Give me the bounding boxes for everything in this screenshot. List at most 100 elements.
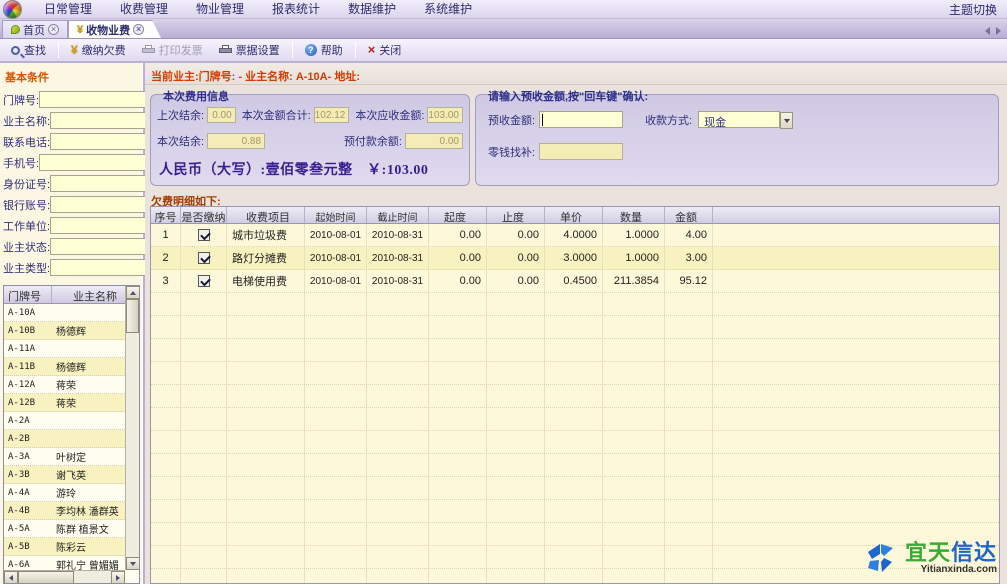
owner-row[interactable]: A-3A叶树定 [4, 448, 125, 466]
owner-status-label: 业主状态: [3, 239, 50, 255]
prepay-amount-input[interactable] [539, 111, 623, 128]
toolbar-separator [355, 42, 356, 58]
col-unit-price[interactable]: 单价 [545, 207, 603, 223]
owner-table-header: 门牌号 业主名称 [4, 286, 139, 304]
col-end-time[interactable]: 截止时间 [367, 207, 429, 223]
detail-table-header: 序号 是否缴纳 收费项目 起始时间 截止时间 起度 止度 单价 数量 金额 [151, 207, 999, 224]
col-owner-name[interactable]: 业主名称 [52, 286, 121, 303]
menu-daily-management[interactable]: 日常管理 [30, 0, 106, 18]
prepaid-label: 预付款余额: [344, 133, 402, 149]
prepay-group: 请输入预收金额,按"回车键"确认: 预收金额: 收款方式: 现金 零钱找补: [475, 94, 999, 186]
due-value: 103.00 [427, 107, 463, 123]
owner-table-vertical-scrollbar[interactable] [125, 286, 139, 570]
print-invoice-button: 打印发票 [135, 39, 210, 61]
owner-table: 门牌号 业主名称 A-10A A-10B杨德辉 A-11A A-11B杨德辉 A… [3, 285, 140, 584]
scrollbar-thumb[interactable] [126, 299, 139, 333]
amount-in-words: 人民币（大写）:壹佰零叁元整 ￥:103.00 [159, 159, 428, 179]
owner-row[interactable]: A-5B陈彩云 [4, 538, 125, 556]
tab-home[interactable]: 首页 × [2, 20, 68, 38]
owner-row[interactable]: A-11B杨德辉 [4, 358, 125, 376]
col-amount[interactable]: 金额 [665, 207, 713, 223]
payment-method-label: 收款方式: [645, 112, 692, 128]
tab-scroll-right-icon[interactable] [996, 27, 1001, 35]
pay-arrears-button[interactable]: ¥ 缴纳欠费 [64, 39, 133, 61]
scroll-right-icon[interactable] [111, 571, 125, 584]
owner-row[interactable]: A-4B李均林 潘群英 [4, 502, 125, 520]
basic-conditions-title: 基本条件 [5, 69, 140, 85]
payment-method-select[interactable]: 现金 [698, 111, 780, 128]
owner-row[interactable]: A-11A [4, 340, 125, 358]
menu-property-management[interactable]: 物业管理 [182, 0, 258, 18]
fee-info-group: 本次费用信息 上次结余: 0.00 本次金额合计: 102.12 本次应收金额:… [150, 94, 470, 186]
chevron-down-icon[interactable] [780, 112, 793, 129]
col-item[interactable]: 收费项目 [227, 207, 305, 223]
menu-bar: 日常管理 收费管理 物业管理 报表统计 数据维护 系统维护 主题切换 [0, 0, 1007, 19]
tab-scroll-left-icon[interactable] [985, 27, 990, 35]
prepay-amount-label: 预收金额: [488, 112, 535, 128]
theme-switch-button[interactable]: 主题切换 [939, 1, 1007, 18]
col-paid[interactable]: 是否缴纳 [181, 207, 227, 223]
tab-home-close-icon[interactable]: × [48, 24, 59, 35]
pinwheel-icon [860, 538, 900, 578]
table-row-empty [151, 362, 999, 385]
help-icon: ? [305, 44, 317, 56]
owner-row[interactable]: A-3B谢飞英 [4, 466, 125, 484]
toolbar-separator [58, 42, 59, 58]
scroll-up-icon[interactable] [126, 286, 140, 299]
find-button[interactable]: 查找 [4, 39, 53, 61]
detail-row[interactable]: 3 电梯使用费 2010-08-01 2010-08-31 0.00 0.00 … [151, 270, 999, 293]
col-quantity[interactable]: 数量 [603, 207, 665, 223]
col-start-reading[interactable]: 起度 [429, 207, 487, 223]
owner-row[interactable]: A-12B蒋荣 [4, 394, 125, 412]
menu-fee-management[interactable]: 收费管理 [106, 0, 182, 18]
close-button[interactable]: × 关闭 [361, 39, 409, 61]
owner-type-label: 业主类型: [3, 260, 50, 276]
bank-account-label: 银行账号: [3, 197, 50, 213]
detail-row[interactable]: 2 路灯分摊费 2010-08-01 2010-08-31 0.00 0.00 … [151, 247, 999, 270]
tab-fee-label: 收物业费 [86, 22, 130, 38]
brand-name-green: 宜天 [905, 540, 951, 565]
owner-row[interactable]: A-6A郭礼宁 曾媚媚 [4, 556, 125, 570]
owner-rows: A-10A A-10B杨德辉 A-11A A-11B杨德辉 A-12A蒋荣 A-… [4, 304, 125, 570]
table-row-empty [151, 316, 999, 339]
owner-row[interactable]: A-2B [4, 430, 125, 448]
id-card-label: 身份证号: [3, 176, 50, 192]
tab-collect-property-fee[interactable]: ¥ 收物业费 × [68, 20, 153, 38]
owner-row[interactable]: A-12A蒋荣 [4, 376, 125, 394]
paid-checkbox[interactable] [198, 275, 210, 287]
work-unit-label: 工作单位: [3, 218, 50, 234]
help-button[interactable]: ? 帮助 [298, 39, 350, 61]
scroll-left-icon[interactable] [4, 571, 18, 584]
prev-balance-value: 0.00 [207, 107, 236, 123]
owner-row[interactable]: A-10B杨德辉 [4, 322, 125, 340]
scroll-down-icon[interactable] [126, 557, 140, 570]
brand-logo: 宜天信达 Yitianxinda.com [860, 538, 997, 578]
scrollbar-thumb[interactable] [18, 571, 74, 584]
owner-row[interactable]: A-2A [4, 412, 125, 430]
tab-fee-close-icon[interactable]: × [133, 24, 144, 35]
owner-table-horizontal-scrollbar[interactable] [4, 570, 125, 583]
col-seq[interactable]: 序号 [151, 207, 181, 223]
app-logo-icon [3, 0, 23, 19]
receipt-settings-button[interactable]: 票据设置 [212, 39, 287, 61]
owner-row[interactable]: A-10A [4, 304, 125, 322]
paid-checkbox[interactable] [198, 252, 210, 264]
menu-data-maintenance[interactable]: 数据维护 [334, 0, 410, 18]
cur-balance-value: 0.88 [207, 133, 265, 149]
change-input[interactable] [539, 143, 623, 160]
owner-row[interactable]: A-5A陈群 植景文 [4, 520, 125, 538]
prepaid-value: 0.00 [405, 133, 463, 149]
owner-row[interactable]: A-4A游玲 [4, 484, 125, 502]
detail-row[interactable]: 1 城市垃圾费 2010-08-01 2010-08-31 0.00 0.00 … [151, 224, 999, 247]
col-start-time[interactable]: 起始时间 [305, 207, 367, 223]
col-room-no[interactable]: 门牌号 [4, 286, 52, 303]
search-sidebar: 基本条件 门牌号: 业主名称: 联系电话: 手机号: 身份证号: 银行账号: 工… [0, 63, 145, 584]
total-label: 本次金额合计: [242, 107, 311, 123]
toolbar: 查找 ¥ 缴纳欠费 打印发票 票据设置 ? 帮助 × 关闭 [0, 39, 1007, 63]
table-row-empty [151, 408, 999, 431]
menu-system-maintenance[interactable]: 系统维护 [410, 0, 486, 18]
col-end-reading[interactable]: 止度 [487, 207, 545, 223]
paid-checkbox[interactable] [198, 229, 210, 241]
menu-report-statistics[interactable]: 报表统计 [258, 0, 334, 18]
printer-icon [219, 45, 232, 55]
